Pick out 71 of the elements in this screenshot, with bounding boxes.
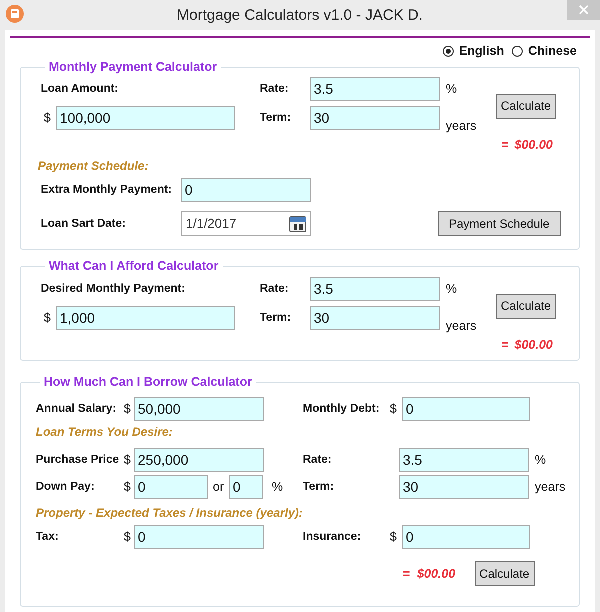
field-label: Monthly Debt: [303,403,381,415]
language-radio[interactable]: English [443,44,504,58]
field-label: Rate: [303,454,333,466]
field-label: Loan Amount: [41,82,120,94]
field-label: Desired Monthly Payment: [41,282,186,294]
section-title: Monthly Payment Calculator [48,60,218,74]
currency-label: $ [390,530,398,544]
field-label: Term: [303,481,336,493]
field-label: Term: [260,112,292,124]
field-label: Rate: [260,282,290,294]
subsection-heading: Payment Schedule: [38,159,150,175]
term-field[interactable]: 30 [310,306,440,330]
window-title: Mortgage Calculators v1.0 - JACK D. [176,6,424,24]
rate-field[interactable]: 3.5 [310,276,440,300]
term-field[interactable]: 30 [399,475,529,499]
unit-label: years [445,119,478,133]
subsection-heading: Property - Expected Taxes / Insurance (yearly): [36,506,304,522]
unit-label: % [445,282,458,296]
result-value: $00.00 [514,138,553,152]
unit-label: % [271,480,284,494]
term-field[interactable]: 30 [310,106,440,130]
currency-label: $ [124,402,132,416]
subsection-heading: Loan Terms You Desire: [36,425,174,441]
section-title: How Much Can I Borrow Calculator [43,375,254,389]
field-label: Loan Sart Date: [41,218,127,230]
payment-schedule-button[interactable]: Payment Schedule [438,211,561,236]
equals-sign: = [501,138,509,152]
down-payment-field[interactable]: 0 [134,475,208,499]
unit-label: years [445,319,478,333]
amount-field[interactable]: 1,000 [56,306,235,330]
date-picker[interactable]: 1/1/2017 [181,211,311,236]
amount-field[interactable]: 100,000 [56,106,235,130]
currency-label: $ [390,402,398,416]
field-label: Tax: [36,531,60,543]
app-icon [6,5,24,23]
currency-label: $ [124,453,132,467]
extra-payment-field[interactable]: 0 [181,178,311,202]
field-label: Rate: [260,82,290,94]
insurance-field[interactable]: 0 [402,525,530,549]
field-label: Extra Monthly Payment: [41,184,173,196]
result-value: $00.00 [417,566,456,580]
close-icon [578,5,588,15]
currency-label: $ [44,110,52,124]
field-label: Purchase Price [36,454,120,466]
rate-field[interactable]: 3.5 [310,76,440,100]
unit-label: years [534,480,567,494]
rate-field[interactable]: 3.5 [399,448,529,472]
unit-label: % [445,82,458,96]
currency-label: $ [124,530,132,544]
currency-label: $ [124,480,132,494]
currency-label: $ [44,310,52,324]
language-radio[interactable]: Chinese [512,44,577,58]
down-percent-field[interactable]: 0 [229,475,263,499]
unit-label: % [534,453,548,467]
field-label: Annual Salary: [36,403,118,415]
price-field[interactable]: 250,000 [134,448,264,472]
debt-field[interactable]: 0 [402,397,530,421]
result-value: $00.00 [514,338,553,352]
conjunction-label: or [212,480,226,494]
tax-field[interactable]: 0 [134,525,264,549]
calculate-button[interactable]: Calculate [496,94,556,118]
equals-sign: = [403,566,410,580]
calculate-button[interactable]: Calculate [496,294,556,318]
calculate-button[interactable]: Calculate [474,561,535,586]
salary-field[interactable]: 50,000 [134,397,264,421]
field-label: Down Pay: [36,481,96,493]
section-title: What Can I Afford Calculator [48,259,220,273]
field-label: Term: [260,312,292,324]
field-label: Insurance: [303,531,362,543]
equals-sign: = [501,338,509,352]
calendar-icon[interactable] [289,214,307,232]
